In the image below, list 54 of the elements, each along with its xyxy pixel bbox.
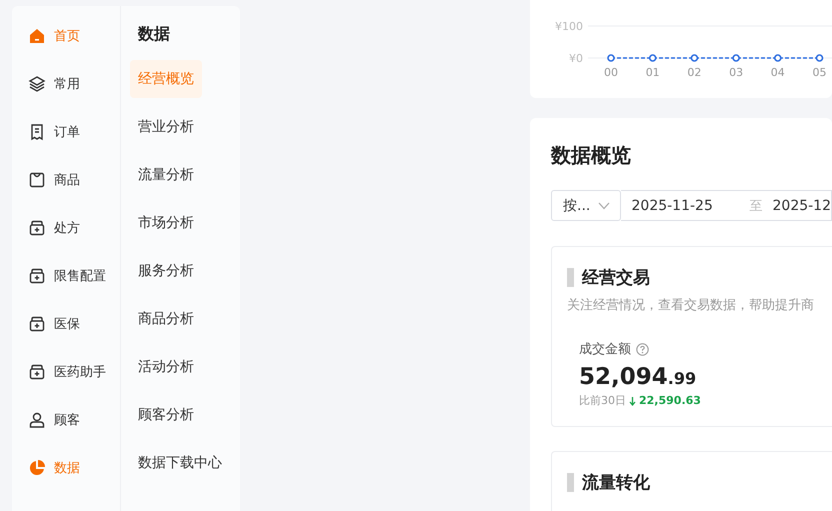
submenu-item[interactable]: 营业分析: [130, 108, 202, 146]
nav-item[interactable]: 商品: [12, 156, 120, 204]
submenu-item[interactable]: 数据下载中心: [130, 444, 230, 482]
y-axis-label: ¥100: [555, 20, 583, 33]
x-axis-label: 02: [687, 66, 702, 79]
data-point: [732, 54, 740, 62]
compare-label: 比前30日: [579, 393, 626, 408]
metric-value: 52,094.99: [579, 364, 696, 390]
data-point: [648, 54, 656, 62]
medical-box-icon: [28, 363, 46, 381]
section-description: 关注经营情况，查看交易数据，帮助提升商: [567, 297, 815, 314]
pie-chart-icon: [28, 459, 46, 477]
data-point: [607, 54, 615, 62]
metric-label: 成交金额: [579, 341, 631, 358]
chevron-down-icon: [598, 202, 610, 210]
help-icon[interactable]: [636, 342, 649, 356]
nav-item[interactable]: 订单: [12, 108, 120, 156]
x-axis-label: 05: [812, 66, 826, 79]
submenu-item[interactable]: 商品分析: [130, 300, 202, 338]
compare-value: 22,590.63: [639, 394, 701, 407]
user-icon: [28, 411, 46, 429]
section-title: 流量转化: [582, 472, 650, 494]
x-axis-label: 03: [729, 66, 744, 79]
nav-item[interactable]: 顾客: [12, 396, 120, 444]
y-axis-label: ¥0: [569, 52, 583, 65]
overview-title: 数据概览: [551, 142, 631, 169]
nav-item[interactable]: 医保: [12, 300, 120, 348]
period-select[interactable]: 按...: [551, 190, 620, 221]
nav-item[interactable]: 处方: [12, 204, 120, 252]
data-point: [774, 54, 782, 62]
medical-box-icon: [28, 315, 46, 333]
submenu-item[interactable]: 顾客分析: [130, 396, 202, 434]
nav-item[interactable]: 医药助手: [12, 348, 120, 396]
submenu-item[interactable]: 服务分析: [130, 252, 202, 290]
nav-item[interactable]: 常用: [12, 60, 120, 108]
submenu-item[interactable]: 活动分析: [130, 348, 202, 386]
x-axis-label: 04: [770, 66, 785, 79]
medical-box-icon: [28, 267, 46, 285]
medical-box-icon: [28, 219, 46, 237]
date-range-field[interactable]: 2025-11-25 至 2025-12: [620, 190, 832, 221]
data-point: [816, 54, 824, 62]
accent-bar: [567, 268, 574, 287]
accent-bar: [567, 473, 574, 492]
nav-item[interactable]: 限售配置: [12, 252, 120, 300]
data-point: [690, 54, 698, 62]
section-title: 经营交易: [582, 267, 650, 289]
submenu-item[interactable]: 市场分析: [130, 204, 202, 242]
submenu-item[interactable]: 流量分析: [130, 156, 202, 194]
x-axis-label: 01: [646, 66, 660, 79]
x-axis-label: 00: [604, 66, 618, 79]
bag-icon: [28, 171, 46, 189]
submenu-title: 数据: [136, 22, 171, 44]
home-icon: [28, 27, 46, 45]
layers-icon: [28, 75, 46, 93]
